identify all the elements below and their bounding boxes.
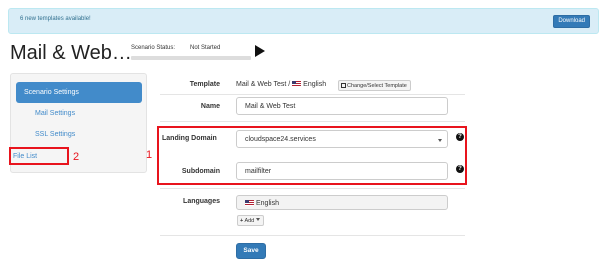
languages-label: Languages [183, 198, 220, 205]
template-label: Template [189, 81, 220, 88]
annotation-number-one: 1 [146, 149, 153, 161]
subdomain-label: Subdomain [181, 168, 220, 175]
divider [160, 94, 465, 95]
sidebar-item-scenario-settings[interactable]: Scenario Settings [16, 82, 142, 103]
download-button[interactable]: Download [553, 15, 590, 28]
change-template-button[interactable]: Change/Select Template [338, 80, 411, 91]
chevron-down-icon [438, 139, 442, 142]
plus-icon: + [240, 218, 244, 224]
change-template-label: Change/Select Template [347, 83, 407, 89]
divider [160, 235, 465, 236]
scenario-status-value: Not Started [190, 45, 221, 51]
edit-icon [341, 83, 346, 88]
divider [160, 188, 465, 189]
sidebar-item-mail-settings[interactable]: Mail Settings [35, 110, 75, 117]
landing-domain-select[interactable]: cloudspace24.services [236, 130, 448, 148]
language-tag-list: English [236, 195, 448, 210]
template-language: English [303, 81, 327, 88]
play-icon[interactable] [255, 45, 265, 57]
language-tag: English [256, 200, 279, 207]
landing-domain-value: cloudspace24.services [245, 136, 316, 143]
new-templates-alert: 6 new templates available! Download [8, 8, 599, 34]
help-icon[interactable]: ? [456, 165, 464, 173]
status-progress-bar [131, 56, 251, 60]
name-label: Name [200, 103, 220, 110]
sidebar-item-ssl-settings[interactable]: SSL Settings [35, 131, 75, 138]
scenario-status-label: Scenario Status: [131, 45, 176, 51]
save-button[interactable]: Save [236, 243, 266, 259]
template-value: Mail & Web Test / English [236, 81, 326, 88]
annotation-box-file-list [9, 147, 69, 165]
name-input[interactable]: Mail & Web Test [236, 97, 448, 115]
landing-domain-label: Landing Domain [162, 135, 217, 142]
template-name: Mail & Web Test / [236, 81, 293, 88]
alert-message: 6 new templates available! [20, 16, 91, 22]
us-flag-icon [245, 200, 254, 206]
divider [160, 121, 465, 122]
add-language-label: Add [244, 218, 255, 224]
help-icon[interactable]: ? [456, 133, 464, 141]
us-flag-icon [292, 81, 302, 87]
page-title: Mail & Web… [10, 42, 132, 64]
subdomain-input[interactable]: mailfilter [236, 162, 448, 180]
annotation-number-two: 2 [73, 151, 80, 163]
caret-down-icon [255, 218, 260, 221]
add-language-button[interactable]: + Add [237, 215, 264, 226]
